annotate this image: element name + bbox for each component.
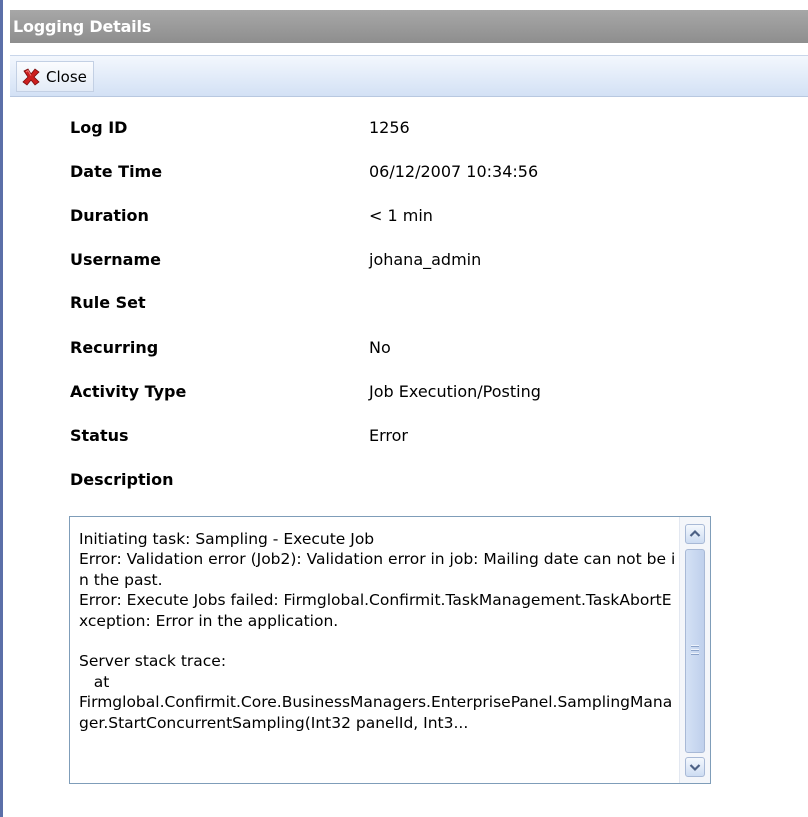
field-value: < 1 min: [369, 206, 433, 225]
field-value: 06/12/2007 10:34:56: [369, 162, 539, 181]
close-button[interactable]: Close: [16, 61, 94, 92]
field-value: No: [369, 338, 391, 357]
window-title: Logging Details: [10, 10, 808, 43]
field-value: johana_admin: [369, 250, 482, 269]
scroll-up-button[interactable]: [685, 524, 705, 544]
field-row-log-id: Log ID 1256: [70, 108, 770, 148]
field-row-status: Status Error: [70, 416, 770, 456]
field-label: Rule Set: [70, 293, 146, 312]
field-label: Recurring: [70, 338, 159, 357]
field-label: Description: [70, 470, 174, 489]
chevron-up-icon: [689, 529, 701, 537]
field-value: 1256: [369, 118, 410, 137]
field-row-recurring: Recurring No: [70, 328, 770, 368]
field-row-date-time: Date Time 06/12/2007 10:34:56: [70, 152, 770, 192]
scrollbar-thumb[interactable]: [685, 549, 705, 753]
field-label: Date Time: [70, 162, 163, 181]
field-row-duration: Duration < 1 min: [70, 196, 770, 236]
window-left-border: [0, 0, 3, 817]
field-row-activity-type: Activity Type Job Execution/Posting: [70, 372, 770, 412]
scrollbar-grip-icon: [691, 645, 699, 655]
field-label: Activity Type: [70, 382, 187, 401]
scroll-down-button[interactable]: [685, 757, 705, 777]
field-label: Log ID: [70, 118, 128, 137]
description-textarea[interactable]: Initiating task: Sampling - Execute Job …: [69, 516, 711, 784]
close-button-label: Close: [46, 67, 87, 86]
field-value: Error: [369, 426, 408, 445]
field-row-username: Username johana_admin: [70, 240, 770, 280]
description-text: Initiating task: Sampling - Execute Job …: [79, 530, 676, 732]
field-row-rule-set: Rule Set: [70, 283, 770, 323]
close-icon: [22, 67, 40, 86]
toolbar: Close: [10, 55, 808, 97]
field-row-description: Description: [70, 460, 770, 500]
field-value: Job Execution/Posting: [369, 382, 541, 401]
field-label: Username: [70, 250, 161, 269]
vertical-scrollbar[interactable]: [679, 517, 710, 783]
field-label: Status: [70, 426, 129, 445]
field-label: Duration: [70, 206, 149, 225]
chevron-down-icon: [689, 764, 701, 772]
